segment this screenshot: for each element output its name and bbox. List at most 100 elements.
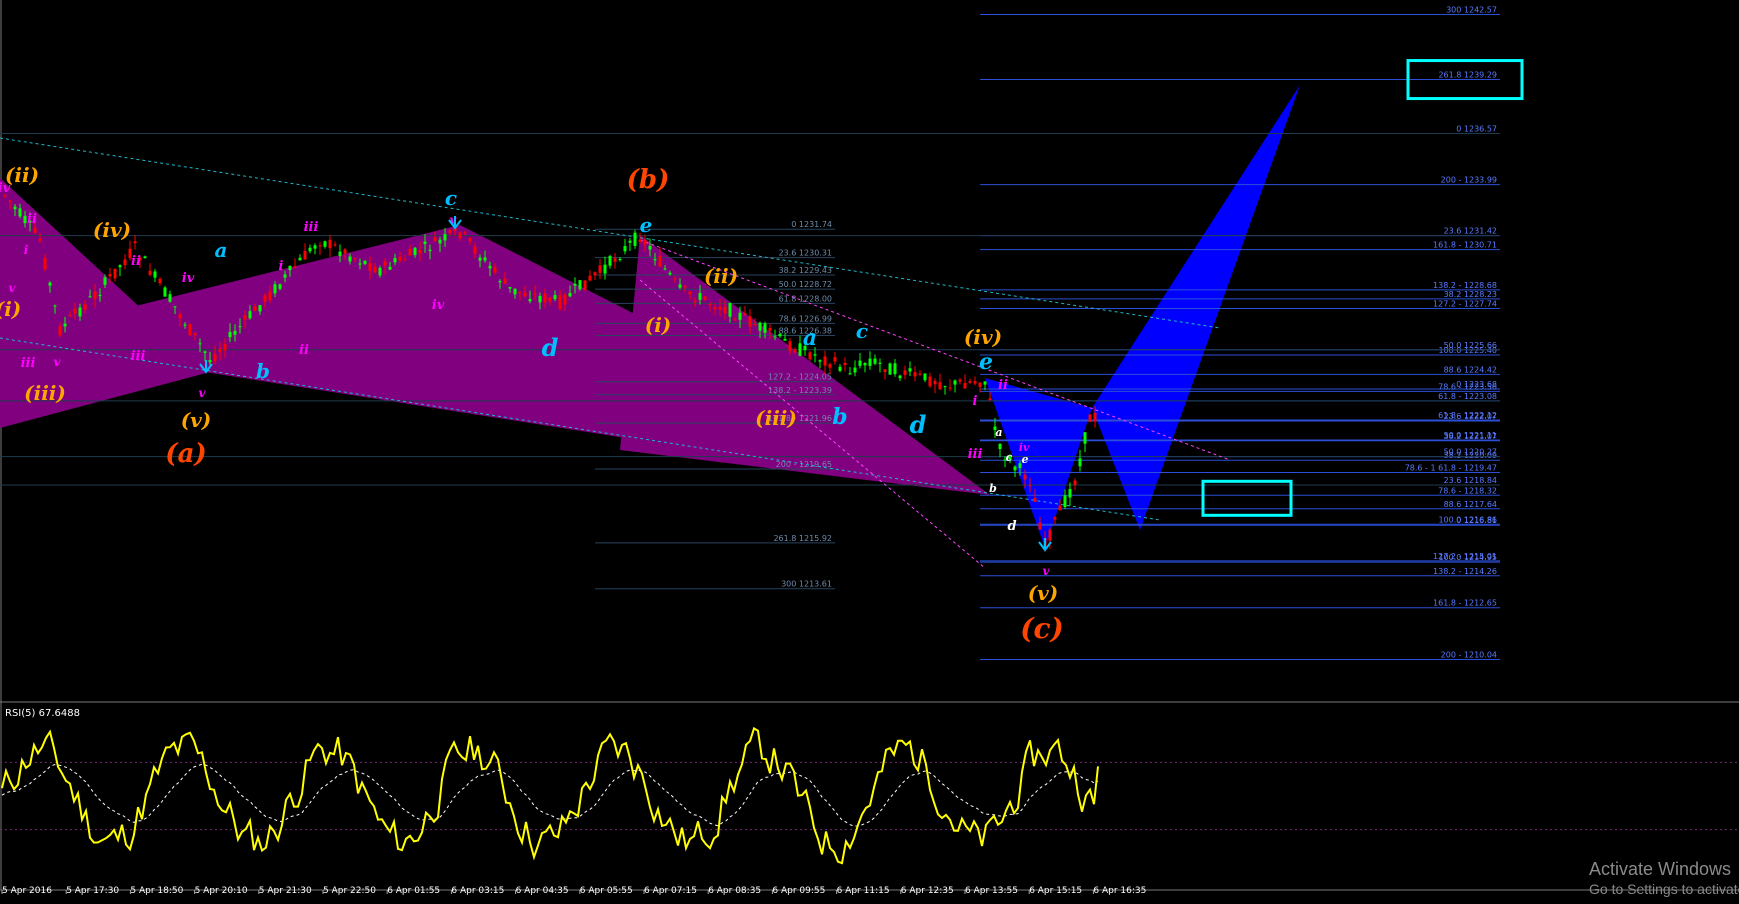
- candle-body: [563, 294, 567, 305]
- candle-body: [703, 296, 707, 300]
- candle-body: [493, 267, 497, 273]
- candle-body: [1033, 497, 1037, 502]
- candle-body: [868, 358, 872, 366]
- candle-body: [38, 238, 42, 241]
- rsi-label: RSI(5) 67.6488: [5, 708, 80, 719]
- candle-body: [558, 295, 562, 309]
- fib-level-label: 261.8 1239.29: [1438, 71, 1497, 80]
- candle-body: [713, 306, 717, 310]
- candle-body: [388, 266, 392, 270]
- candle-body: [513, 288, 517, 295]
- candle-body: [668, 272, 672, 275]
- candle-body: [378, 267, 382, 276]
- wave-label: d: [542, 333, 559, 362]
- wave-label: (iii): [755, 406, 797, 430]
- candle-body: [198, 343, 202, 345]
- wave-label: ii: [998, 378, 1008, 393]
- candle-body: [773, 336, 777, 338]
- time-tick-label: 5 Apr 17:30: [66, 886, 119, 896]
- candle-body: [748, 316, 752, 327]
- candle-body: [908, 368, 912, 372]
- candle-body: [538, 295, 542, 303]
- wave-label: v: [1043, 564, 1051, 578]
- candle-body: [108, 274, 112, 277]
- candle-body: [543, 293, 547, 303]
- wave-label: c: [445, 186, 457, 210]
- candle-body: [483, 257, 487, 261]
- candle-body: [408, 248, 412, 256]
- wave-label: ii: [131, 254, 141, 269]
- candle-body: [1028, 484, 1032, 486]
- wave-label: iii: [131, 349, 146, 364]
- candle-body: [738, 312, 742, 320]
- candle-body: [283, 274, 287, 278]
- candle-body: [1073, 480, 1077, 485]
- candle-body: [443, 234, 447, 241]
- wave-label: b: [989, 482, 997, 495]
- wave-label: c: [1006, 451, 1013, 464]
- candle-body: [958, 379, 962, 382]
- candle-body: [148, 270, 152, 275]
- candle-body: [463, 231, 467, 233]
- wave-label: ii: [299, 343, 309, 358]
- candle-body: [253, 306, 257, 311]
- candle-body: [873, 358, 877, 364]
- candle-body: [43, 257, 47, 270]
- fib-level-label: 23.6 1231.42: [1444, 227, 1497, 236]
- candle-body: [18, 208, 22, 217]
- fib-level-label: 88.6 1217.64: [1444, 500, 1497, 509]
- candle-body: [878, 362, 882, 364]
- candle-body: [753, 324, 757, 326]
- wave-label: e: [640, 213, 653, 237]
- candle-body: [238, 326, 242, 328]
- candle-body: [133, 241, 137, 244]
- fib-mid-label: 50.0 1228.72: [779, 280, 832, 289]
- candle-body: [798, 343, 802, 356]
- candle-body: [778, 333, 782, 337]
- candle-body: [743, 313, 747, 315]
- time-tick-label: 6 Apr 07:15: [644, 886, 697, 896]
- fib-level-label: 88.6 1224.42: [1444, 365, 1497, 374]
- candle-body: [793, 349, 797, 353]
- candle-body: [373, 266, 377, 273]
- candle-body: [433, 237, 437, 242]
- wave-label: iii: [968, 447, 983, 462]
- candle-body: [648, 245, 652, 250]
- candle-body: [258, 305, 262, 312]
- candle-body: [528, 298, 532, 302]
- candle-body: [503, 278, 507, 284]
- candle-body: [418, 250, 422, 254]
- candle-body: [1058, 505, 1062, 511]
- candle-body: [228, 332, 232, 338]
- wave-label: (i): [645, 313, 672, 337]
- candle-body: [193, 333, 197, 335]
- fib-level-label: 78.6 - 1223.56: [1438, 382, 1497, 391]
- wave-label: iii: [304, 220, 319, 235]
- candle-body: [733, 319, 737, 321]
- time-tick-label: 6 Apr 12:35: [901, 886, 954, 896]
- candle-body: [783, 338, 787, 341]
- wave-label: ii: [27, 212, 37, 227]
- wave-label: v: [9, 281, 17, 295]
- fib-level-label: 200 - 1233.99: [1441, 176, 1497, 185]
- candle-body: [573, 283, 577, 286]
- wave-label: a: [995, 426, 1002, 439]
- candle-body: [458, 232, 462, 239]
- wave-label: iv: [182, 271, 195, 286]
- candle-body: [288, 265, 292, 271]
- candle-body: [553, 295, 557, 300]
- candle-body: [208, 359, 212, 363]
- candle-body: [1048, 529, 1052, 541]
- candle-body: [1083, 432, 1087, 444]
- candle-body: [263, 295, 267, 302]
- candle-body: [173, 306, 177, 308]
- wave-label: iv: [1019, 441, 1030, 454]
- wave-label: a: [215, 238, 228, 262]
- candle-body: [53, 305, 57, 307]
- candle-body: [393, 258, 397, 263]
- candle-body: [93, 291, 97, 299]
- candle-body: [933, 380, 937, 385]
- fib-level-label: 38.2 1220.09: [1444, 451, 1497, 460]
- candle-body: [78, 307, 82, 317]
- candle-body: [638, 239, 642, 242]
